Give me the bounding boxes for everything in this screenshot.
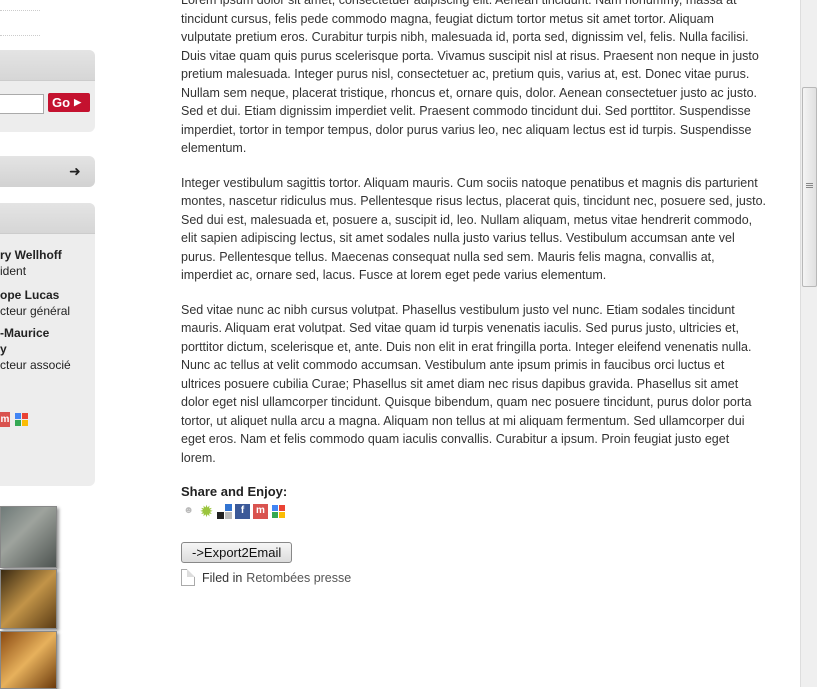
team-widget-header xyxy=(0,203,95,234)
facebook-icon[interactable]: f xyxy=(235,504,250,519)
team-member: ry Wellhoff ident xyxy=(0,247,62,279)
filed-in: Filed in Retombées presse xyxy=(181,569,767,588)
article-paragraph: Lorem ipsum dolor sit amet, consectetuer… xyxy=(181,0,759,155)
scrollbar-thumb[interactable] xyxy=(802,87,817,287)
share-title: Share and Enjoy: xyxy=(181,484,288,499)
stumbleupon-icon[interactable]: ✹ xyxy=(199,503,214,519)
google-bookmarks-icon[interactable] xyxy=(271,504,286,519)
document-icon xyxy=(181,569,195,587)
arrow-right-icon[interactable]: ➜ xyxy=(69,163,81,180)
video-thumbnail[interactable] xyxy=(0,506,57,568)
search-input[interactable] xyxy=(0,94,44,114)
mixx-icon[interactable]: m xyxy=(253,504,268,519)
team-member-name: -Maurice xyxy=(0,326,50,340)
category-link[interactable]: Retombées presse xyxy=(246,569,351,588)
divider xyxy=(0,35,40,37)
search-go-button[interactable]: Go ▶ xyxy=(48,93,90,112)
go-label: Go xyxy=(52,95,71,110)
search-widget-header xyxy=(0,50,95,81)
team-member-name: ry Wellhoff xyxy=(0,248,62,262)
vertical-scrollbar[interactable] xyxy=(800,0,817,687)
video-thumbnail[interactable] xyxy=(0,569,57,629)
export-to-email-button[interactable]: ->Export2Email xyxy=(181,541,293,563)
mixx-icon[interactable]: m xyxy=(0,412,10,427)
team-member-role: ident xyxy=(0,264,27,278)
team-member-role: cteur général xyxy=(0,304,71,318)
arrow-right-icon: ▶ xyxy=(74,97,81,107)
google-bookmarks-icon[interactable] xyxy=(14,412,29,427)
delicious-icon[interactable] xyxy=(217,504,232,519)
grip-icon xyxy=(806,183,813,184)
divider xyxy=(0,10,40,12)
search-widget xyxy=(0,50,95,132)
team-member: -Maurice y cteur associé xyxy=(0,325,71,373)
article-paragraph: Integer vestibulum sagittis tortor. Aliq… xyxy=(181,175,767,283)
video-thumbnail[interactable] xyxy=(0,631,57,689)
collapsed-widget[interactable]: ➜ xyxy=(0,156,95,187)
digg-icon[interactable]: ☻ xyxy=(181,504,196,519)
filed-prefix: Filed in xyxy=(202,570,243,585)
team-member: ope Lucas cteur général xyxy=(0,287,70,319)
sidebar-social-icons: m xyxy=(0,412,29,427)
team-member-role: cteur associé xyxy=(0,358,71,372)
article-paragraph: Sed vitae nunc ac nibh cursus volutpat. … xyxy=(181,302,752,465)
share-icons: ☻ ✹ f m xyxy=(181,503,767,520)
team-member-name: y xyxy=(0,342,7,356)
team-member-name: ope Lucas xyxy=(0,288,60,302)
article-body: Lorem ipsum dolor sit amet, consectetuer… xyxy=(181,0,767,587)
